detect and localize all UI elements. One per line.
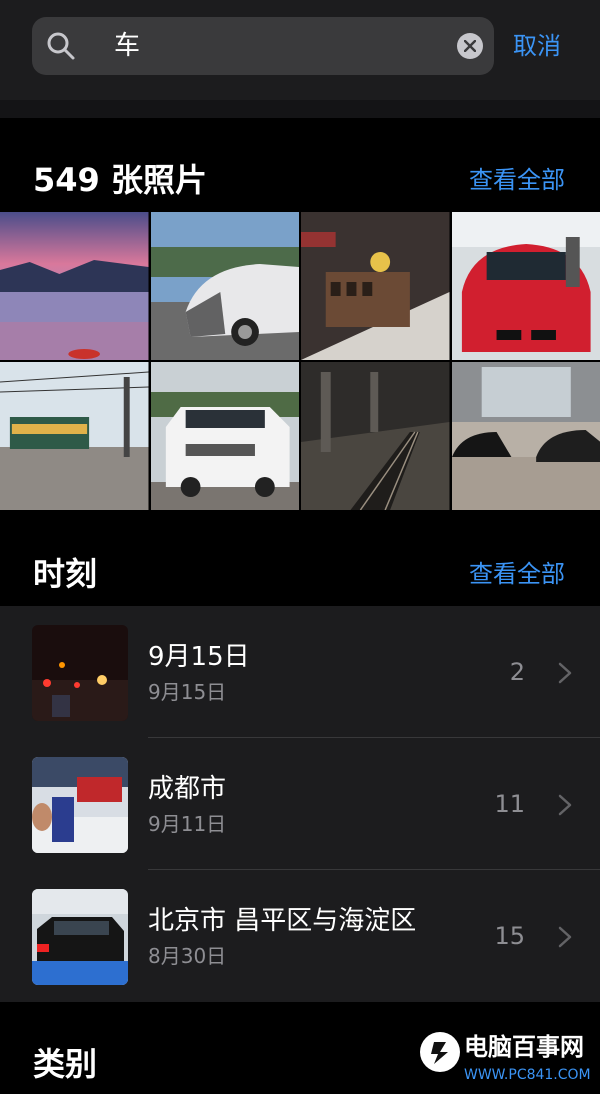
moments-title: 时刻 xyxy=(33,544,97,604)
photo-thumbnail-subway-platform[interactable] xyxy=(301,362,450,510)
watermark-brand: 电脑百事网 xyxy=(464,1030,584,1064)
close-icon xyxy=(464,40,476,52)
photo-thumbnail-lake-sunset[interactable] xyxy=(0,212,149,360)
photo-thumbnail-white-suv[interactable] xyxy=(151,362,300,510)
search-header: 车 取消 xyxy=(0,0,600,100)
photo-thumbnail-tram-street[interactable] xyxy=(0,362,149,510)
watermark-url: WWW.PC841.COM xyxy=(464,1066,591,1084)
search-field[interactable]: 车 xyxy=(32,17,494,75)
moment-title: 成都市 xyxy=(148,772,226,806)
photo-thumbnail-covered-car[interactable] xyxy=(151,212,300,360)
photo-thumbnail-red-bmw[interactable] xyxy=(452,212,600,360)
photo-thumbnail-model-train[interactable] xyxy=(301,212,450,360)
header-divider xyxy=(0,100,600,118)
moments-section-header: 时刻 查看全部 xyxy=(0,544,600,604)
moments-list: 9月15日 9月15日 2 成都市 9月11日 11 xyxy=(0,606,600,1002)
moment-date: 8月30日 xyxy=(148,942,226,970)
moments-see-all-link[interactable]: 查看全部 xyxy=(469,544,565,604)
moment-photo-count: 11 xyxy=(494,788,525,820)
clear-search-button[interactable] xyxy=(457,33,483,59)
photo-thumbnail-sports-cars[interactable] xyxy=(452,362,600,510)
photos-see-all-link[interactable]: 查看全部 xyxy=(469,150,565,210)
moment-thumbnail xyxy=(32,757,128,853)
moment-thumbnail xyxy=(32,889,128,985)
categories-title: 类别 xyxy=(33,1034,97,1094)
moment-row-beijing[interactable]: 北京市 昌平区与海淀区 8月30日 15 xyxy=(0,870,600,1001)
chevron-right-icon xyxy=(558,926,572,948)
chevron-right-icon xyxy=(558,662,572,684)
moment-date: 9月15日 xyxy=(148,678,226,706)
moment-row-chengdu[interactable]: 成都市 9月11日 11 xyxy=(0,738,600,869)
watermark: 电脑百事网 WWW.PC841.COM xyxy=(420,1030,600,1088)
chevron-right-icon xyxy=(558,794,572,816)
moment-photo-count: 2 xyxy=(510,656,525,688)
photos-section-header: 549 张照片 查看全部 xyxy=(0,150,600,210)
moment-title: 北京市 昌平区与海淀区 xyxy=(148,904,416,938)
search-icon xyxy=(46,31,76,61)
search-input[interactable]: 车 xyxy=(114,29,140,63)
photo-grid xyxy=(0,212,600,510)
moment-photo-count: 15 xyxy=(494,920,525,952)
moment-row-sep15[interactable]: 9月15日 9月15日 2 xyxy=(0,606,600,737)
moment-date: 9月11日 xyxy=(148,810,226,838)
photos-count-title: 549 张照片 xyxy=(33,150,207,210)
moment-thumbnail xyxy=(32,625,128,721)
watermark-logo-icon xyxy=(420,1032,460,1072)
moment-title: 9月15日 xyxy=(148,640,250,674)
cancel-button[interactable]: 取消 xyxy=(513,29,561,63)
